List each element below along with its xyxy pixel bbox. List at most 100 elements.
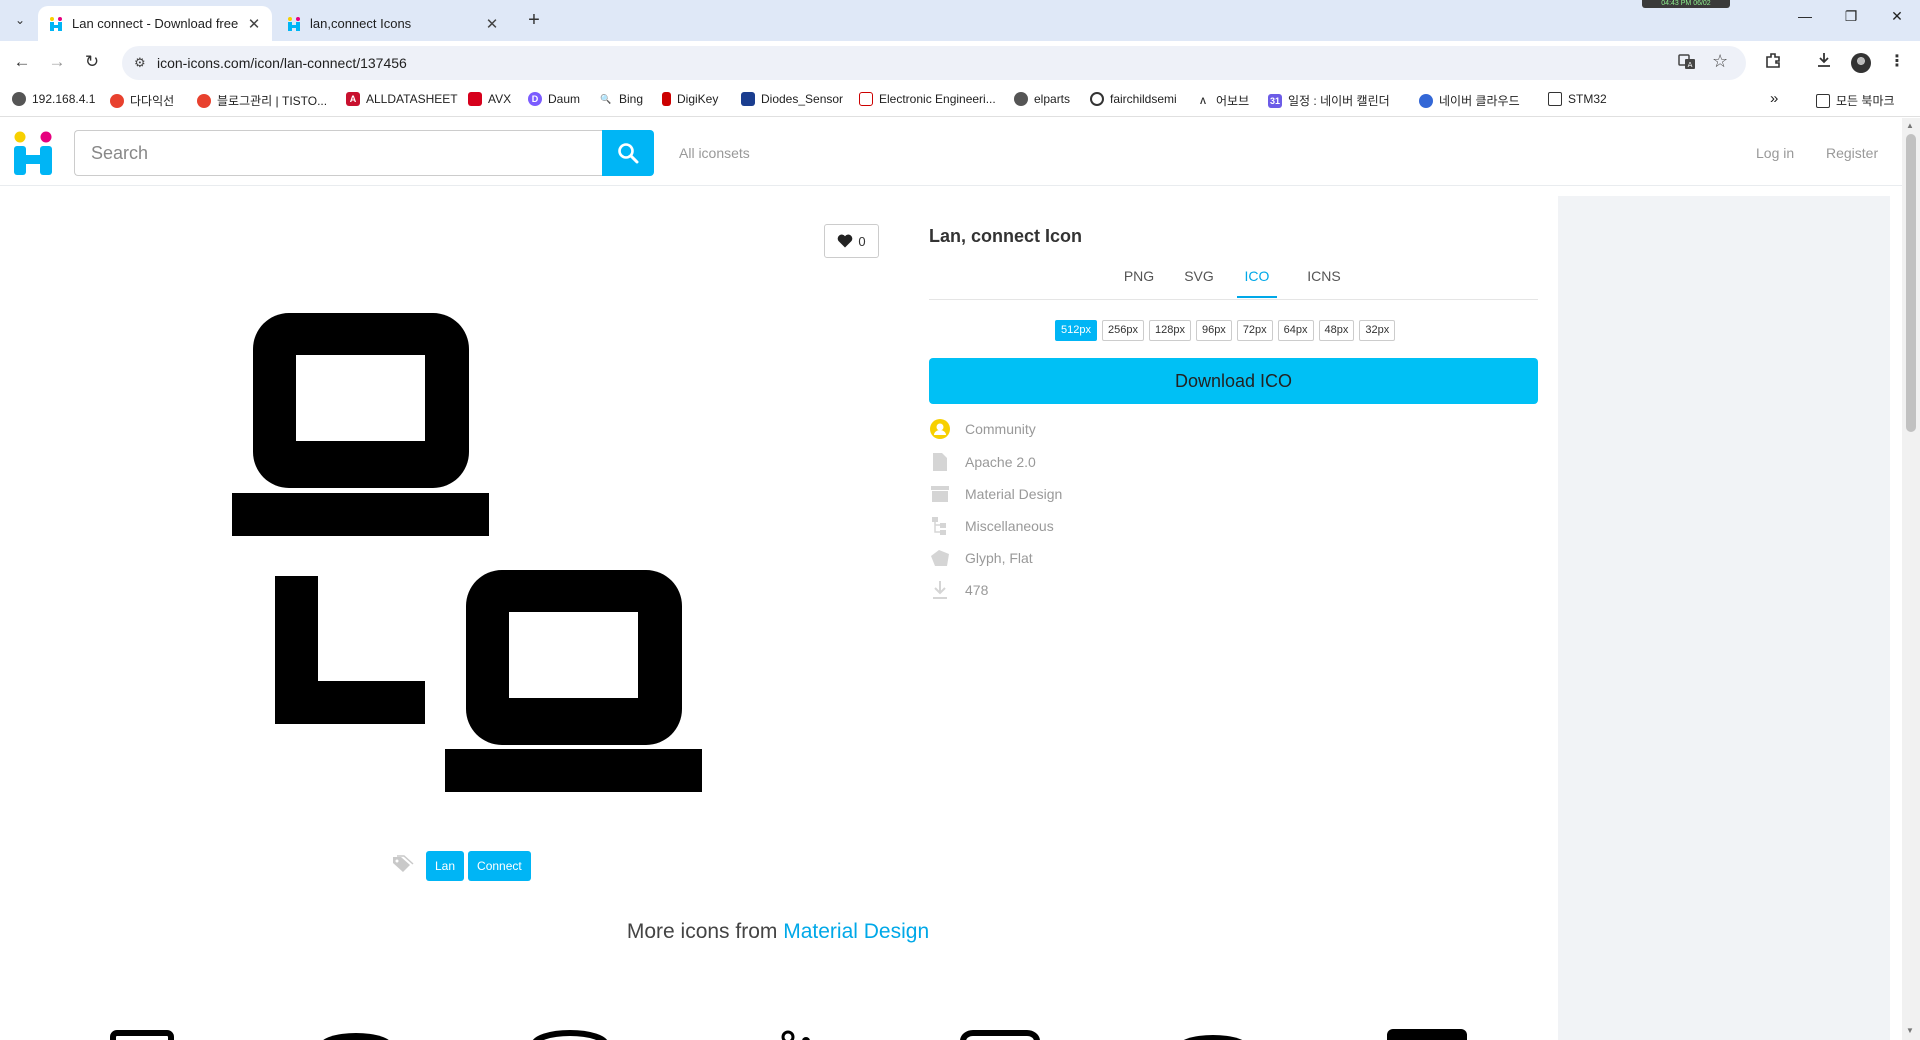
- minimize-icon[interactable]: —: [1782, 8, 1828, 24]
- bookmark-item[interactable]: Electronic Engineeri...: [859, 92, 996, 106]
- tab-icns[interactable]: ICNS: [1304, 268, 1344, 296]
- size-32[interactable]: 32px: [1359, 320, 1396, 341]
- related-icon[interactable]: [781, 1030, 810, 1040]
- scroll-down-icon[interactable]: ▼: [1906, 1026, 1914, 1035]
- address-bar[interactable]: ⚙ icon-icons.com/icon/lan-connect/137456…: [122, 46, 1746, 80]
- more-icons-heading: More icons from Material Design: [626, 920, 930, 943]
- bookmark-star-icon[interactable]: ☆: [1712, 51, 1728, 72]
- size-96[interactable]: 96px: [1195, 320, 1232, 341]
- search-button[interactable]: [602, 130, 654, 176]
- like-button[interactable]: 0: [824, 224, 879, 258]
- scroll-up-icon[interactable]: ▲: [1906, 121, 1914, 130]
- bookmark-item[interactable]: 다다익선: [110, 92, 174, 109]
- iconset-link[interactable]: Material Design: [965, 486, 1062, 502]
- site-info-icon[interactable]: ⚙: [134, 55, 146, 71]
- icon-icons-favicon: [286, 16, 302, 32]
- tab-title: lan,connect Icons: [310, 16, 412, 31]
- bookmark-item[interactable]: 31 일정 : 네이버 캘린더: [1268, 92, 1390, 109]
- icon-icons-logo[interactable]: [12, 131, 54, 175]
- related-icon[interactable]: [1177, 1035, 1249, 1040]
- login-link[interactable]: Log in: [1756, 145, 1794, 161]
- bookmark-item[interactable]: D Daum: [528, 92, 580, 106]
- web-page: All iconsets Log in Register 0 Lan Conne…: [0, 118, 1902, 1040]
- close-icon[interactable]: ✕: [484, 15, 500, 33]
- author-link[interactable]: Community: [965, 421, 1036, 437]
- tistory-icon: [110, 93, 124, 108]
- like-count: 0: [858, 233, 866, 249]
- more-bookmarks-icon[interactable]: »: [1770, 90, 1778, 107]
- ee-icon: [859, 92, 873, 106]
- alldatasheet-icon: A: [346, 92, 360, 106]
- style-link[interactable]: Glyph, Flat: [965, 550, 1033, 566]
- bookmark-item[interactable]: elparts: [1014, 92, 1070, 106]
- translate-icon[interactable]: A: [1678, 53, 1696, 76]
- bookmark-item[interactable]: A ALLDATASHEET: [346, 92, 458, 106]
- tab-lan-connect[interactable]: Lan connect - Download free ✕: [38, 6, 272, 41]
- meta-iconset: Material Design: [929, 484, 1062, 504]
- size-72[interactable]: 72px: [1236, 320, 1273, 341]
- bookmark-item[interactable]: 192.168.4.1: [12, 92, 95, 106]
- close-icon[interactable]: ✕: [246, 15, 262, 33]
- download-ico-button[interactable]: Download ICO: [929, 358, 1538, 404]
- meta-category: Miscellaneous: [929, 516, 1054, 536]
- license-link[interactable]: Apache 2.0: [965, 454, 1036, 470]
- bookmark-item[interactable]: Λ 어보브: [1196, 92, 1249, 109]
- related-icon[interactable]: [960, 1030, 1040, 1040]
- bookmark-item[interactable]: STM32: [1548, 92, 1607, 106]
- bookmark-item[interactable]: fairchildsemi: [1090, 92, 1177, 106]
- file-icon: [929, 452, 951, 472]
- material-design-link[interactable]: Material Design: [783, 920, 929, 943]
- bookmark-item[interactable]: DigiKey: [662, 92, 718, 106]
- page-scrollbar[interactable]: ▲ ▼: [1902, 118, 1920, 1040]
- profile-avatar[interactable]: [1851, 53, 1871, 73]
- tags-row: Lan Connect: [392, 851, 535, 881]
- related-icon[interactable]: [320, 1033, 392, 1040]
- tab-search-button[interactable]: ⌄: [8, 8, 32, 32]
- download-icon[interactable]: [1812, 51, 1836, 74]
- tag-lan[interactable]: Lan: [426, 851, 465, 881]
- all-bookmarks-folder[interactable]: 모든 북마크: [1816, 92, 1895, 109]
- category-link[interactable]: Miscellaneous: [965, 518, 1054, 534]
- related-icon[interactable]: [1387, 1029, 1467, 1040]
- size-128[interactable]: 128px: [1148, 320, 1191, 341]
- size-64[interactable]: 64px: [1277, 320, 1314, 341]
- bookmark-item[interactable]: AVX: [468, 92, 511, 106]
- menu-icon[interactable]: ⋮: [1885, 51, 1909, 71]
- window-close-icon[interactable]: ✕: [1874, 8, 1920, 25]
- tab-svg[interactable]: SVG: [1179, 268, 1219, 296]
- search-input[interactable]: [74, 130, 602, 176]
- related-icon[interactable]: [532, 1030, 608, 1040]
- bookmark-item[interactable]: Diodes_Sensor: [741, 92, 843, 106]
- bookmark-item[interactable]: 🔍 Bing: [599, 92, 643, 106]
- tab-lan-connect-icons[interactable]: lan,connect Icons ✕: [276, 6, 510, 41]
- meta-license: Apache 2.0: [929, 452, 1036, 472]
- back-icon[interactable]: ←: [10, 50, 34, 74]
- format-tabs: PNG SVG ICO ICNS: [929, 258, 1538, 300]
- meta-author: Community: [929, 419, 1036, 439]
- user-icon: [929, 419, 951, 439]
- meta-downloads: 478: [929, 580, 988, 600]
- forward-icon[interactable]: →: [45, 50, 69, 74]
- tab-png[interactable]: PNG: [1119, 268, 1159, 296]
- abov-icon: Λ: [1196, 93, 1210, 108]
- bookmark-item[interactable]: 네이버 클라우드: [1419, 92, 1520, 109]
- meta-style: Glyph, Flat: [929, 548, 1033, 568]
- clock-overlay: 04:43 PM 06/02: [1642, 0, 1730, 8]
- related-icon[interactable]: [110, 1030, 174, 1040]
- new-tab-button[interactable]: +: [522, 8, 546, 32]
- restore-icon[interactable]: ❐: [1828, 8, 1874, 25]
- tag-connect[interactable]: Connect: [468, 851, 531, 881]
- extensions-icon[interactable]: [1761, 51, 1785, 74]
- reload-icon[interactable]: ↻: [80, 50, 104, 74]
- register-link[interactable]: Register: [1826, 145, 1878, 161]
- all-iconsets-link[interactable]: All iconsets: [679, 145, 750, 161]
- bookmark-item[interactable]: 블로그관리 | TISTO...: [197, 92, 327, 109]
- size-512[interactable]: 512px: [1055, 320, 1097, 341]
- avx-icon: [468, 92, 482, 106]
- size-48[interactable]: 48px: [1318, 320, 1355, 341]
- shapes-icon: [929, 548, 951, 568]
- scrollbar-thumb[interactable]: [1906, 134, 1916, 432]
- download-count-icon: [929, 580, 951, 600]
- tab-ico[interactable]: ICO: [1237, 268, 1277, 298]
- size-256[interactable]: 256px: [1101, 320, 1144, 341]
